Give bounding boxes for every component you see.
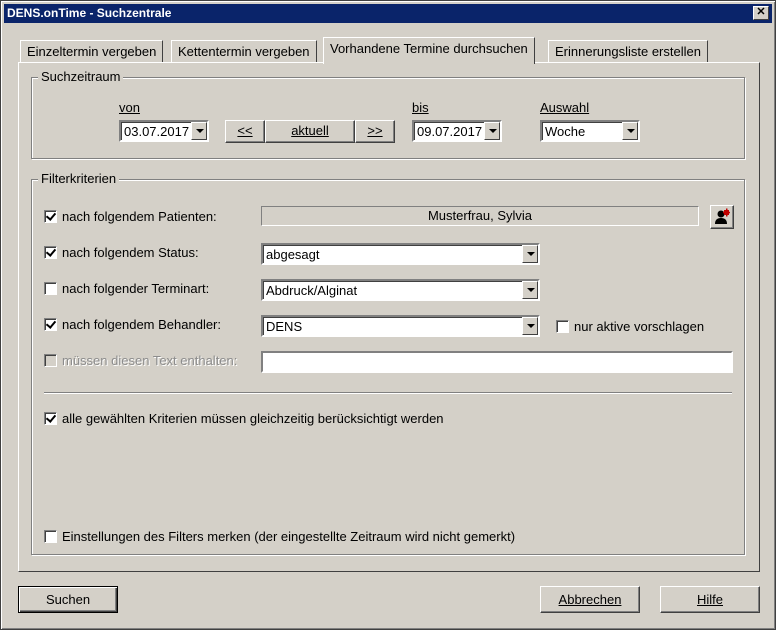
tab-kettentermin[interactable]: Kettentermin vergeben [171,40,317,62]
chevron-down-icon[interactable] [484,122,500,140]
von-date-picker[interactable]: 03.07.2017 [119,120,209,142]
suchen-button[interactable]: Suchen [18,586,118,613]
tab-panel: Suchzeitraum von 03.07.2017 << aktuell >… [18,62,760,572]
chevron-down-icon[interactable] [522,245,538,263]
text-filter-checkbox[interactable] [44,354,57,367]
suchzeitraum-group: Suchzeitraum von 03.07.2017 << aktuell >… [31,69,745,159]
filterkriterien-group: Filterkriterien nach folgendem Patienten… [31,171,745,555]
tab-einzeltermin[interactable]: Einzeltermin vergeben [20,40,164,62]
filter-merken-label: Einstellungen des Filters merken (der ei… [62,529,516,544]
alle-kriterien-label: alle gewählten Kriterien müssen gleichze… [62,411,444,426]
behandler-select[interactable]: DENS [261,315,540,337]
bis-date-value: 09.07.2017 [417,124,483,139]
search-center-window: DENS.onTime - Suchzentrale ✕ Einzeltermi… [0,0,776,630]
bis-label: bis [412,100,429,115]
window-title: DENS.onTime - Suchzentrale [7,6,172,20]
abbrechen-button[interactable]: Abbrechen [540,586,640,613]
filter-merken-checkbox[interactable] [44,530,57,543]
status-value: abgesagt [266,247,320,262]
auswahl-label: Auswahl [540,100,590,115]
patient-lookup-icon [715,208,730,224]
text-filter-input[interactable] [261,351,733,373]
chevron-down-icon[interactable] [522,281,538,299]
title-bar: DENS.onTime - Suchzentrale ✕ [4,4,772,23]
current-period-button[interactable]: aktuell [265,120,355,143]
close-icon[interactable]: ✕ [753,6,769,20]
bis-date-picker[interactable]: 09.07.2017 [412,120,502,142]
patient-field: Musterfrau, Sylvia [261,206,699,226]
previous-period-button[interactable]: << [225,120,265,143]
status-filter-checkbox[interactable] [44,246,57,259]
hilfe-button[interactable]: Hilfe [660,586,760,613]
nur-aktive-checkbox[interactable] [556,320,569,333]
chevron-down-icon[interactable] [191,122,207,140]
tab-erinnerungsliste[interactable]: Erinnerungsliste erstellen [548,40,708,62]
patient-filter-checkbox[interactable] [44,210,57,223]
behandler-filter-checkbox[interactable] [44,318,57,331]
terminart-value: Abdruck/Alginat [266,283,358,298]
status-select[interactable]: abgesagt [261,243,540,265]
von-date-value: 03.07.2017 [124,124,190,139]
suchzeitraum-legend: Suchzeitraum [38,69,124,84]
nur-aktive-label: nur aktive vorschlagen [574,319,705,334]
alle-kriterien-checkbox[interactable] [44,412,57,425]
chevron-down-icon[interactable] [622,122,638,140]
terminart-select[interactable]: Abdruck/Alginat [261,279,540,301]
separator [44,392,732,394]
tab-termine-durchsuchen[interactable]: Vorhandene Termine durchsuchen [323,37,535,64]
terminart-filter-label: nach folgender Terminart: [62,281,210,296]
auswahl-value: Woche [545,124,586,139]
auswahl-select[interactable]: Woche [540,120,640,142]
next-period-button[interactable]: >> [355,120,395,143]
status-filter-label: nach folgendem Status: [62,245,199,260]
von-label: von [119,100,140,115]
chevron-down-icon[interactable] [522,317,538,335]
behandler-filter-label: nach folgendem Behandler: [62,317,222,332]
behandler-value: DENS [266,319,303,334]
text-filter-label: müssen diesen Text enthalten: [62,353,238,368]
filterkriterien-legend: Filterkriterien [38,171,120,186]
patient-lookup-button[interactable] [710,205,734,229]
patient-filter-label: nach folgendem Patienten: [62,209,217,224]
terminart-filter-checkbox[interactable] [44,282,57,295]
